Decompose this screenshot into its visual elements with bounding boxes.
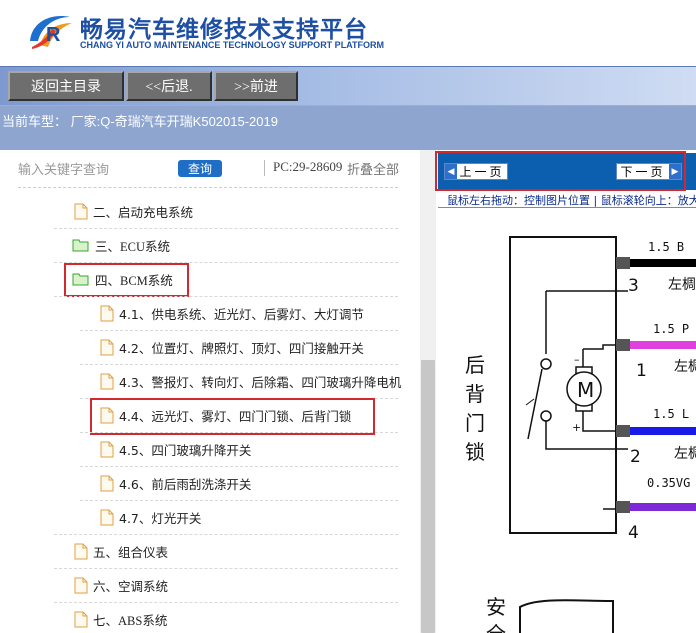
motor-plus: + (572, 421, 581, 434)
connector-pin-4: 0.35VG 4 (616, 476, 696, 543)
tree-item-instrument[interactable]: 五、组合仪表 (74, 534, 168, 568)
tree-item-abs[interactable]: 七、ABS系统 (74, 602, 167, 633)
diagram-title-char: 门 (465, 411, 485, 435)
pin-number: 3 (628, 276, 639, 296)
search-input[interactable] (18, 159, 170, 181)
tree-item-label: 五、组合仪表 (93, 544, 169, 560)
tree-item-label: 4.7、灯光开关 (119, 510, 202, 526)
tree-item-4-6[interactable]: 4.6、前后雨刮洗涤开关 (100, 466, 251, 500)
svg-text:R: R (46, 24, 61, 46)
tree-item-label: 七、ABS系统 (93, 613, 168, 628)
connector-pin-1: 1.5 P 1 左椆 (616, 322, 696, 381)
tree-item-ac[interactable]: 六、空调系统 (74, 568, 168, 602)
wire-spec: 1.5 L (653, 407, 689, 421)
tree-item-4-2[interactable]: 4.2、位置灯、牌照灯、顶灯、四门接触开关 (100, 330, 364, 364)
toolbar: 返回主目录 <<后退. >>前进 (0, 66, 696, 106)
tree-item-4-3[interactable]: 4.3、警报灯、转向灯、后除霜、四门玻璃升降电机 (100, 364, 401, 398)
query-button[interactable]: 查询 (178, 160, 222, 177)
tree-item-label: 三、ECU系统 (95, 239, 171, 254)
app-title: 畅易汽车维修技术支持平台 (80, 17, 368, 43)
connector-pin-3: 1.5 B 3 左椆 (616, 240, 696, 296)
tree-item-charging[interactable]: 二、启动充电系统 (74, 194, 193, 228)
file-icon (74, 577, 88, 593)
motor-minus: – (574, 353, 580, 366)
diagram-title-char: 背 (465, 382, 485, 406)
highlight-box (435, 151, 686, 191)
file-icon (100, 475, 114, 491)
tree-item-ecu[interactable]: 三、ECU系统 (72, 228, 170, 262)
folder-open-icon (72, 239, 89, 252)
file-icon (100, 339, 114, 355)
diagram-bottom-char: 安 (486, 595, 506, 619)
pin-number: 4 (628, 523, 639, 543)
tree-item-label: 六、空调系统 (93, 578, 169, 594)
pc-code: PC:29-28609 (273, 159, 343, 174)
switch-contact (540, 358, 552, 370)
tree-item-label: 4.1、供电系统、近光灯、后雾灯、大灯调节 (119, 306, 364, 322)
app-header: R 畅易汽车维修技术支持平台 CHANG YI AUTO MAINTENANCE… (0, 0, 696, 66)
wire-side: 左椆 (668, 277, 696, 293)
diagram-title-char: 后 (465, 353, 485, 377)
app-subtitle: CHANG YI AUTO MAINTENANCE TECHNOLOGY SUP… (80, 40, 385, 50)
collapse-all-link[interactable]: 折叠全部 (347, 159, 399, 178)
tree-item-label: 4.3、警报灯、转向灯、后除霜、四门玻璃升降电机 (119, 374, 402, 390)
file-icon (100, 373, 114, 389)
file-icon (74, 203, 88, 219)
diagram-title-char: 锁 (465, 440, 485, 464)
tree-item-label: 4.6、前后雨刮洗涤开关 (119, 476, 252, 492)
tree-item-4-1[interactable]: 4.1、供电系统、近光灯、后雾灯、大灯调节 (100, 296, 364, 330)
file-icon (100, 509, 114, 525)
tree-item-label: 4.2、位置灯、牌照灯、顶灯、四门接触开关 (119, 340, 364, 356)
divider (264, 160, 265, 176)
file-icon (74, 543, 88, 559)
search-row: 查询 PC:29-28609 折叠全部 (0, 150, 420, 188)
vehicle-bar: 当前车型： 厂家:Q-奇瑞汽车开瑞K502015-2019 (0, 106, 696, 150)
tree-item-4-7[interactable]: 4.7、灯光开关 (100, 500, 201, 534)
pin-number: 1 (636, 361, 647, 381)
scrollbar-thumb[interactable] (421, 360, 435, 633)
tree-item-label: 二、启动充电系统 (93, 204, 194, 220)
switch-lever (525, 398, 535, 406)
back-button[interactable]: <<后退. (126, 71, 212, 101)
wire-side: 左椆 (674, 446, 696, 462)
wire-spec: 1.5 P (653, 322, 689, 336)
wiring-diagram[interactable]: 后 背 门 锁 M – + 1.5 B 3 左椆 1.5 P 1 左椆 1.5 … (438, 209, 696, 633)
tree-item-4-5[interactable]: 4.5、四门玻璃升降开关 (100, 432, 251, 466)
connector-pin-2: 1.5 L 2 左椆 (616, 407, 696, 467)
wire-spec: 1.5 B (648, 240, 684, 254)
file-icon (100, 441, 114, 457)
cy-logo-icon: R (30, 16, 72, 49)
motor-label: M (577, 378, 594, 402)
hint-bar: 鼠标左右拖动：控制图片位置 | 鼠标滚轮向上：放大 (438, 191, 696, 208)
file-icon (100, 305, 114, 321)
wire-side: 左椆 (674, 359, 696, 375)
switch-contact (540, 410, 552, 422)
highlight-box (90, 398, 375, 435)
pin-number: 2 (630, 447, 641, 467)
hint-text: 鼠标左右拖动：控制图片位置 | 鼠标滚轮向上：放大 (447, 194, 696, 207)
file-icon (74, 611, 88, 627)
home-button[interactable]: 返回主目录 (8, 71, 124, 101)
highlight-box (64, 263, 189, 297)
search-underline (18, 187, 398, 188)
diagram-bottom-char: 全 (486, 622, 506, 633)
tree-item-label: 4.5、四门玻璃升降开关 (119, 442, 252, 458)
bottom-component-outline (519, 599, 614, 633)
forward-button[interactable]: >>前进 (214, 71, 298, 101)
wire-spec: 0.35VG (647, 476, 690, 490)
switch-lever (527, 368, 543, 440)
current-vehicle: 当前车型： 厂家:Q-奇瑞汽车开瑞K502015-2019 (2, 114, 278, 129)
